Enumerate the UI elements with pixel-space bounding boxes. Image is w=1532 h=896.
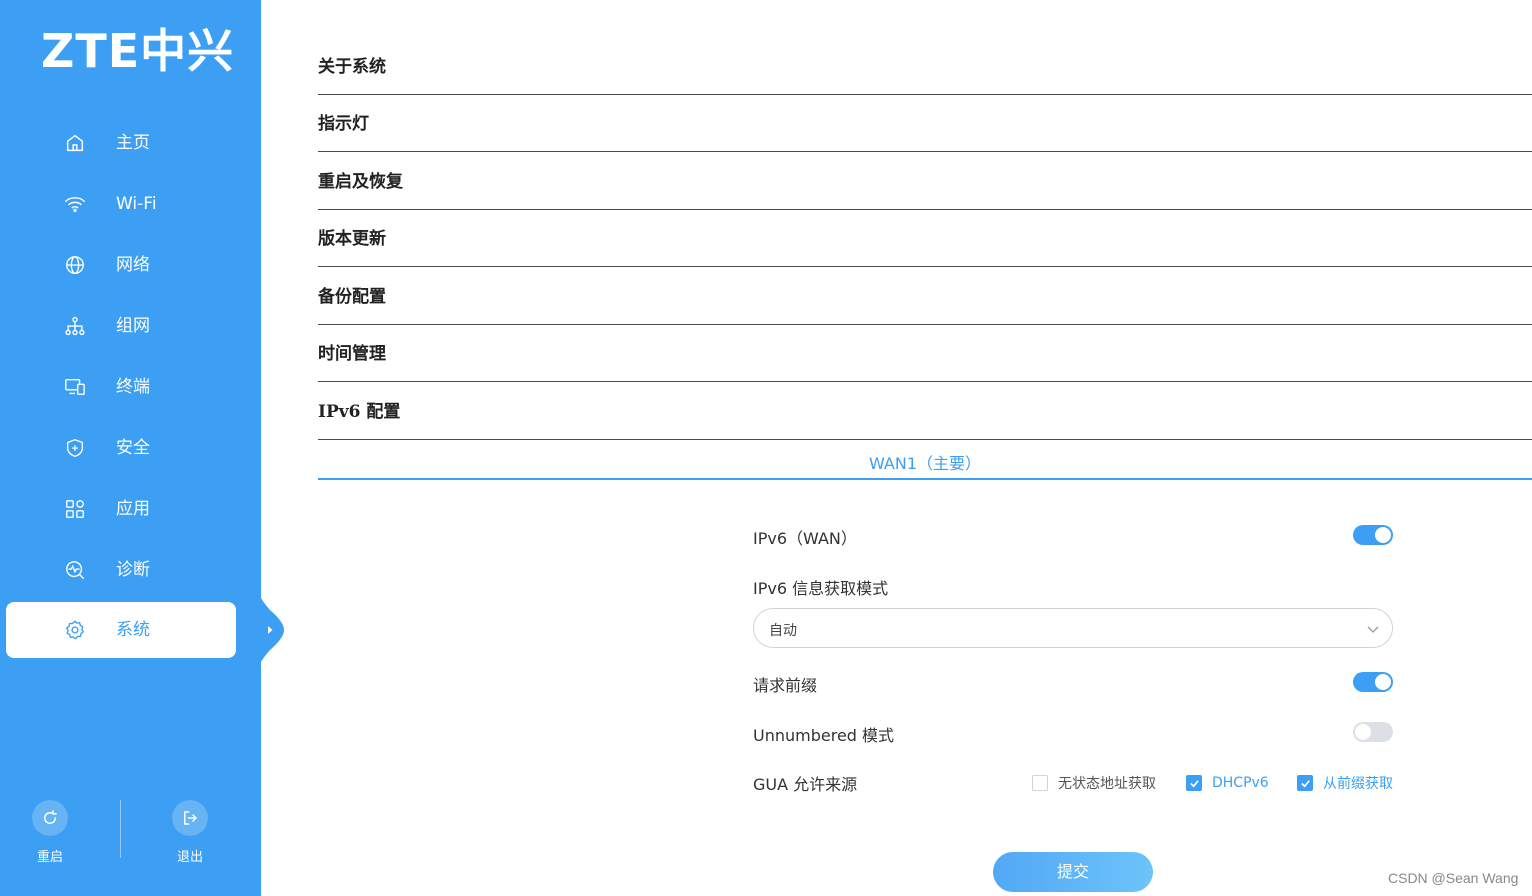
sidebar-item-home[interactable]: 主页 [6, 115, 236, 171]
sidebar-item-mesh[interactable]: 组网 [6, 298, 236, 354]
sidebar-item-wifi[interactable]: Wi-Fi [6, 176, 236, 232]
ipv6-wan-label: IPv6（WAN） [753, 529, 857, 548]
sidebar-item-system[interactable]: 系统 [6, 602, 236, 658]
sidebar-item-label: 应用 [116, 499, 150, 519]
sidebar-item-label: 主页 [116, 133, 150, 153]
sidebar-item-label: 系统 [116, 620, 150, 640]
unnumbered-toggle[interactable] [1353, 722, 1393, 742]
menu-item-label: 重启及恢复 [318, 172, 403, 192]
check-icon [1301, 780, 1310, 788]
checkbox-label: DHCPv6 [1212, 775, 1269, 791]
check-icon [1190, 780, 1199, 788]
checkbox-box [1297, 775, 1313, 791]
wan-tab-bar: WAN1（主要） [318, 440, 1532, 480]
logout-button[interactable]: 退出 [160, 800, 220, 865]
checkbox-label: 无状态地址获取 [1058, 776, 1156, 792]
home-icon [64, 132, 86, 154]
ipv6-mode-value: 自动 [769, 623, 797, 639]
sidebar-item-apps[interactable]: 应用 [6, 481, 236, 537]
sidebar-item-label: 组网 [116, 316, 150, 336]
sidebar-item-label: 网络 [116, 255, 150, 275]
sidebar-item-network[interactable]: 网络 [6, 237, 236, 293]
sidebar-item-devices[interactable]: 终端 [6, 359, 236, 415]
gua-from-prefix-checkbox[interactable]: 从前缀获取 [1297, 774, 1393, 792]
submit-button[interactable]: 提交 [993, 852, 1153, 892]
toggle-knob [1375, 527, 1391, 543]
sidebar-active-pointer [258, 592, 284, 668]
toggle-knob [1355, 724, 1371, 740]
checkbox-box [1032, 775, 1048, 791]
checkbox-box [1186, 775, 1202, 791]
menu-time-management[interactable]: 时间管理 [318, 325, 1532, 382]
menu-ipv6-config[interactable]: IPv6 配置 [318, 383, 1532, 440]
logout-icon [172, 800, 208, 836]
reboot-icon [32, 800, 68, 836]
menu-item-label: 指示灯 [318, 114, 369, 134]
globe-icon [64, 254, 86, 276]
gear-icon [64, 619, 86, 641]
mesh-icon [64, 315, 86, 337]
chevron-down-icon [1366, 622, 1380, 636]
bottom-divider [120, 800, 121, 858]
zte-logo: ZTE中兴 [41, 24, 235, 78]
reboot-button[interactable]: 重启 [20, 800, 80, 865]
gua-source-label: GUA 允许来源 [753, 775, 858, 794]
devices-icon [64, 376, 86, 398]
apps-icon [64, 498, 86, 520]
ipv6-mode-select[interactable]: 自动 [753, 608, 1393, 648]
sidebar-item-diagnose[interactable]: 诊断 [6, 542, 236, 598]
menu-item-label: 关于系统 [318, 57, 386, 77]
menu-item-label: 版本更新 [318, 229, 386, 249]
sidebar-item-label: 终端 [116, 377, 150, 397]
gua-stateless-checkbox[interactable]: 无状态地址获取 [1032, 774, 1156, 792]
gua-dhcpv6-checkbox[interactable]: DHCPv6 [1186, 774, 1269, 792]
sidebar: ZTE中兴 主页 Wi-Fi 网络 组网 终端 安全 应用 诊断 系统 重启 退… [0, 0, 261, 896]
request-prefix-label: 请求前缀 [753, 676, 818, 695]
menu-item-label: 备份配置 [318, 287, 386, 307]
sidebar-item-label: 诊断 [116, 560, 150, 580]
request-prefix-toggle[interactable] [1353, 672, 1393, 692]
tab-wan1[interactable]: WAN1（主要） [318, 450, 1532, 474]
diagnose-icon [64, 559, 86, 581]
wifi-icon [64, 193, 86, 215]
ipv6-mode-label: IPv6 信息获取模式 [753, 579, 889, 598]
shield-icon [64, 437, 86, 459]
menu-item-label: IPv6 配置 [318, 402, 401, 422]
menu-reboot-restore[interactable]: 重启及恢复 [318, 153, 1532, 210]
toggle-knob [1375, 674, 1391, 690]
logout-label: 退出 [176, 850, 203, 865]
menu-about-system[interactable]: 关于系统 [318, 38, 1532, 95]
menu-backup-config[interactable]: 备份配置 [318, 268, 1532, 325]
sidebar-item-label: Wi-Fi [116, 194, 157, 214]
sidebar-item-label: 安全 [116, 438, 150, 458]
watermark: CSDN @Sean Wang [1388, 870, 1519, 886]
menu-version-update[interactable]: 版本更新 [318, 210, 1532, 267]
sidebar-item-security[interactable]: 安全 [6, 420, 236, 476]
reboot-label: 重启 [36, 850, 63, 865]
unnumbered-label: Unnumbered 模式 [753, 726, 895, 745]
ipv6-wan-toggle[interactable] [1353, 525, 1393, 545]
menu-item-label: 时间管理 [318, 344, 386, 364]
menu-indicator-light[interactable]: 指示灯 [318, 95, 1532, 152]
checkbox-label: 从前缀获取 [1323, 776, 1393, 792]
